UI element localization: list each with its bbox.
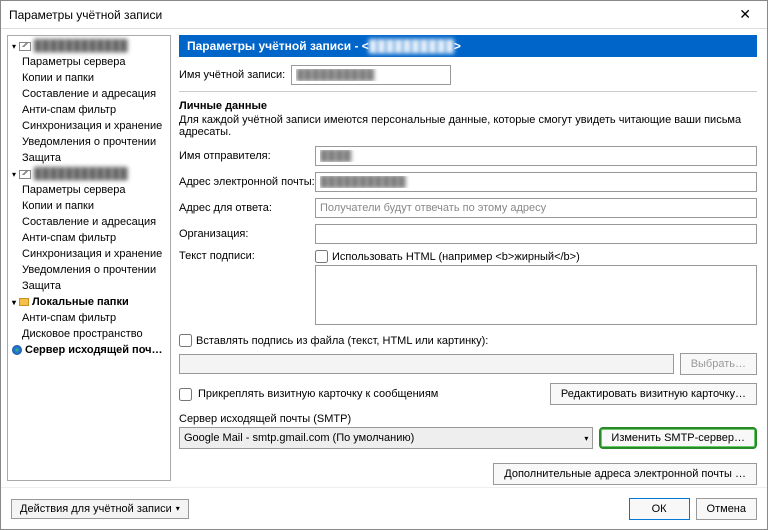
- close-icon[interactable]: ✕: [731, 4, 759, 25]
- sidebar-item-sync-storage[interactable]: Синхронизация и хранение: [8, 118, 170, 134]
- envelope-icon: [19, 170, 31, 179]
- email-label: Адрес электронной почты:: [179, 176, 309, 188]
- caret-down-icon: ▾: [12, 42, 16, 51]
- gear-icon: [12, 345, 22, 355]
- account-settings-window: Параметры учётной записи ✕ ▾ ███████████…: [0, 0, 768, 530]
- edit-smtp-button[interactable]: Изменить SMTP-сервер…: [599, 427, 757, 449]
- attach-vcard-checkbox[interactable]: [179, 388, 192, 401]
- organization-input[interactable]: [315, 224, 757, 244]
- sidebar-item-security-2[interactable]: Защита: [8, 278, 170, 294]
- personal-section-desc: Для каждой учётной записи имеются персон…: [179, 114, 757, 138]
- sidebar-account-1[interactable]: ▾ ████████████: [8, 38, 170, 54]
- sender-name-label: Имя отправителя:: [179, 150, 309, 162]
- sidebar: ▾ ████████████ Параметры сервера Копии и…: [7, 35, 171, 481]
- insert-file-label[interactable]: Вставлять подпись из файла (текст, HTML …: [196, 335, 488, 347]
- smtp-label: Сервер исходящей почты (SMTP): [179, 413, 757, 425]
- cancel-button[interactable]: Отмена: [696, 498, 757, 520]
- additional-emails-button[interactable]: Дополнительные адреса электронной почты …: [493, 463, 757, 485]
- sidebar-item-sync-storage-2[interactable]: Синхронизация и хранение: [8, 246, 170, 262]
- footer: Действия для учётной записи ▾ ОК Отмена: [1, 487, 767, 529]
- use-html-label[interactable]: Использовать HTML (например <b>жирный</b…: [332, 251, 580, 263]
- attach-vcard-label[interactable]: Прикреплять визитную карточку к сообщени…: [198, 388, 438, 400]
- ok-button[interactable]: ОК: [629, 498, 690, 520]
- caret-down-icon: ▾: [12, 170, 16, 179]
- envelope-icon: [19, 42, 31, 51]
- folder-icon: [19, 298, 29, 306]
- sidebar-item-read-receipts[interactable]: Уведомления о прочтении: [8, 134, 170, 150]
- chevron-down-icon: ▾: [176, 504, 180, 513]
- sidebar-item-copies-folders-2[interactable]: Копии и папки: [8, 198, 170, 214]
- chevron-down-icon: ▾: [584, 434, 588, 443]
- sidebar-item-composition[interactable]: Составление и адресация: [8, 86, 170, 102]
- account-name-label: Имя учётной записи:: [179, 69, 285, 81]
- window-title: Параметры учётной записи: [9, 8, 731, 22]
- panel-header: Параметры учётной записи - <██████████>: [179, 35, 757, 57]
- reply-to-input[interactable]: [315, 198, 757, 218]
- caret-down-icon: ▾: [12, 298, 16, 307]
- sidebar-item-local-antispam[interactable]: Анти-спам фильтр: [8, 310, 170, 326]
- sender-name-input[interactable]: [315, 146, 757, 166]
- sidebar-item-antispam[interactable]: Анти-спам фильтр: [8, 102, 170, 118]
- sidebar-item-security[interactable]: Защита: [8, 150, 170, 166]
- insert-file-path-input: [179, 354, 674, 374]
- sidebar-item-server-params[interactable]: Параметры сервера: [8, 54, 170, 70]
- sidebar-item-composition-2[interactable]: Составление и адресация: [8, 214, 170, 230]
- signature-textarea[interactable]: [315, 265, 757, 325]
- account-name-input[interactable]: [291, 65, 451, 85]
- sidebar-item-read-receipts-2[interactable]: Уведомления о прочтении: [8, 262, 170, 278]
- sidebar-local-folders[interactable]: ▾ Локальные папки: [8, 294, 170, 310]
- use-html-checkbox[interactable]: [315, 250, 328, 263]
- signature-label: Текст подписи:: [179, 250, 309, 262]
- titlebar: Параметры учётной записи ✕: [1, 1, 767, 29]
- organization-label: Организация:: [179, 228, 309, 240]
- email-input[interactable]: [315, 172, 757, 192]
- account-actions-button[interactable]: Действия для учётной записи ▾: [11, 499, 189, 519]
- sidebar-item-disk-space[interactable]: Дисковое пространство: [8, 326, 170, 342]
- browse-button: Выбрать…: [680, 353, 757, 375]
- sidebar-item-copies-folders[interactable]: Копии и папки: [8, 70, 170, 86]
- divider: [179, 91, 757, 92]
- sidebar-item-server-params-2[interactable]: Параметры сервера: [8, 182, 170, 198]
- sidebar-item-antispam-2[interactable]: Анти-спам фильтр: [8, 230, 170, 246]
- sidebar-account-2[interactable]: ▾ ████████████: [8, 166, 170, 182]
- edit-vcard-button[interactable]: Редактировать визитную карточку…: [550, 383, 757, 405]
- main-panel: Параметры учётной записи - <██████████> …: [171, 29, 767, 487]
- smtp-select[interactable]: Google Mail - smtp.gmail.com (По умолчан…: [179, 427, 593, 449]
- insert-file-checkbox[interactable]: [179, 334, 192, 347]
- sidebar-outgoing-server[interactable]: Сервер исходящей поч…: [8, 342, 170, 358]
- personal-section-title: Личные данные: [179, 100, 757, 112]
- reply-to-label: Адрес для ответа:: [179, 202, 309, 214]
